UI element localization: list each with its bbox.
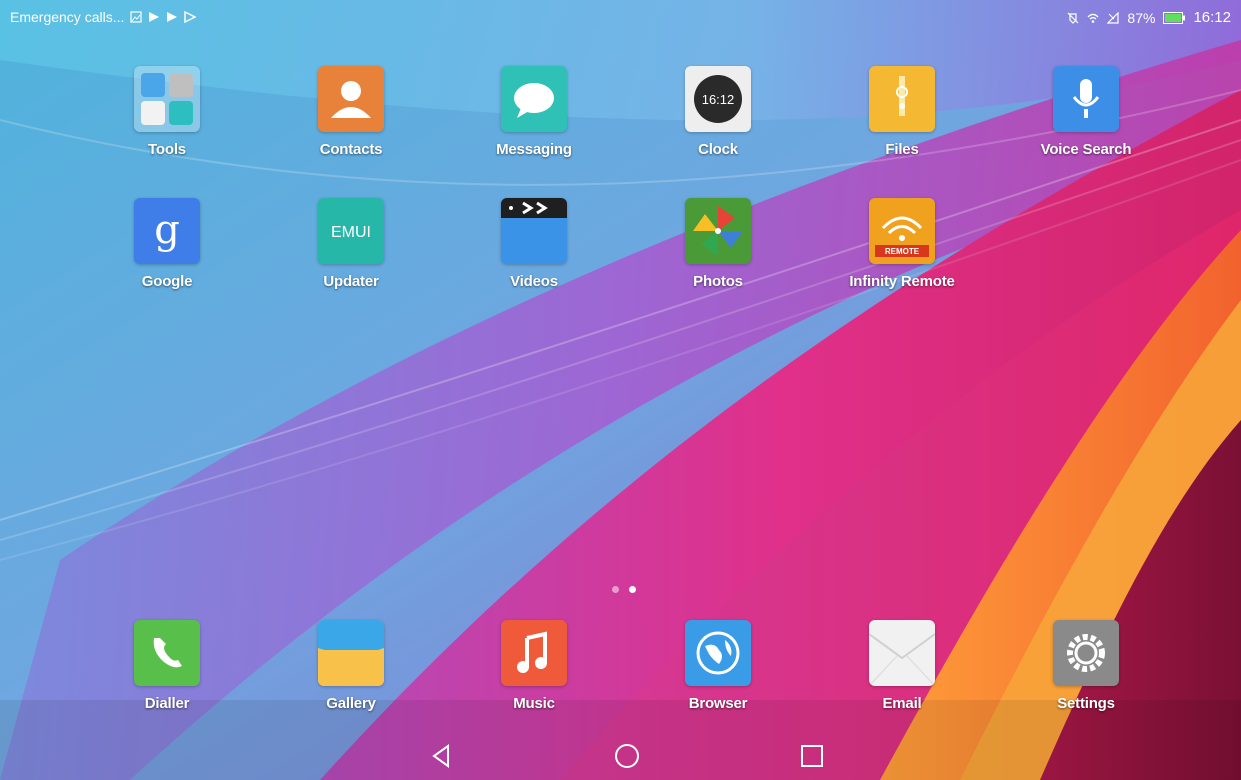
app-label: Photos [693,273,743,290]
app-label: Music [513,695,555,712]
app-label: Dialler [144,695,190,712]
silent-icon [1067,12,1079,24]
app-clock[interactable]: 16:12 Clock [638,66,798,158]
page-indicator [612,586,636,593]
infinity-remote-icon: REMOTE [869,198,935,264]
remote-glyph: REMOTE [885,247,920,256]
clock-icon: 16:12 [685,66,751,132]
app-photos[interactable]: Photos [638,198,798,290]
app-label: Google [141,273,193,290]
back-icon[interactable] [428,742,456,770]
app-google[interactable]: g Google [87,198,247,290]
signal-icon [1107,11,1120,24]
app-contacts[interactable]: Contacts [271,66,431,158]
image-notification-icon [130,11,142,23]
page-dot[interactable] [612,586,619,593]
phone-icon [134,620,200,686]
app-label: Clock [698,141,738,158]
app-files[interactable]: Files [822,66,982,158]
app-label: Settings [1057,695,1115,712]
play-notification-icon [167,12,178,22]
gallery-icon [318,620,384,686]
google-glyph: g [154,207,180,253]
photos-icon [685,198,751,264]
app-tools[interactable]: Tools [87,66,247,158]
clock-time: 16:12 [702,92,735,107]
app-label: Updater [323,273,379,290]
settings-icon [1053,620,1119,686]
app-voice-search[interactable]: Voice Search [1006,66,1166,158]
play-notification-icon [184,11,197,23]
email-icon [869,620,935,686]
wifi-icon [1087,13,1099,23]
play-notification-icon [149,12,160,22]
carrier-text: Emergency calls... [10,9,125,25]
files-icon [869,66,935,132]
updater-icon: EMUI [318,198,384,264]
battery-icon [1163,11,1186,24]
messaging-icon [501,66,567,132]
dock-settings[interactable]: Settings [1006,620,1166,712]
app-label: Videos [510,273,558,290]
navigation-bar [0,732,1241,780]
app-label: Messaging [496,141,572,158]
dock-dialler[interactable]: Dialler [87,620,247,712]
app-infinity-remote[interactable]: REMOTE Infinity Remote [822,198,982,290]
tools-folder-icon [134,66,200,132]
app-label: Tools [148,141,186,158]
browser-icon [685,620,751,686]
page-dot-active[interactable] [629,586,636,593]
google-icon: g [134,198,200,264]
app-label: Browser [688,695,748,712]
recents-icon[interactable] [798,742,826,770]
updater-glyph: EMUI [331,224,371,241]
app-messaging[interactable]: Messaging [454,66,614,158]
status-time: 16:12 [1193,9,1231,26]
dock-music[interactable]: Music [454,620,614,712]
microphone-icon [1053,66,1119,132]
dock-browser[interactable]: Browser [638,620,798,712]
app-videos[interactable]: Videos [454,198,614,290]
app-label: Files [885,141,919,158]
battery-percent: 87% [1127,9,1156,26]
dock-gallery[interactable]: Gallery [271,620,431,712]
contacts-icon [318,66,384,132]
home-icon[interactable] [613,742,641,770]
status-bar: Emergency calls... 87% 16:12 [0,0,1241,34]
dock-email[interactable]: Email [822,620,982,712]
app-label: Contacts [319,141,383,158]
app-label: Email [882,695,922,712]
app-updater[interactable]: EMUI Updater [271,198,431,290]
app-label: Infinity Remote [849,273,955,290]
music-icon [501,620,567,686]
app-label: Voice Search [1040,141,1132,158]
videos-icon [501,198,567,264]
app-label: Gallery [326,695,376,712]
